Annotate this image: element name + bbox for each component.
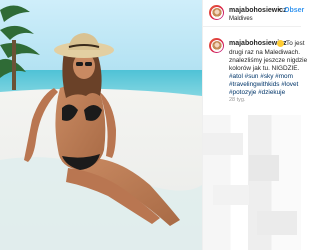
caption-text: To jest — [286, 40, 305, 47]
hashtags[interactable]: #travelingwithkids #lovet — [229, 81, 298, 89]
post-time[interactable]: 28 tyg. — [229, 97, 246, 103]
caption-text: kolorów jak tu. NIGDZIE. — [229, 65, 300, 72]
avatar[interactable] — [209, 38, 224, 53]
caption-text: znalezliśmy jeszcze nigdzie — [229, 57, 308, 64]
caption-comment: majabohosiewicz To jest drugi raz na Mal… — [203, 0, 307, 110]
post-photo[interactable] — [0, 0, 202, 250]
sun-emoji-icon — [277, 40, 284, 47]
hashtags[interactable]: #potozyje #dziekuje — [229, 89, 285, 97]
hashtags[interactable]: #atol #sun #sky #mom — [229, 73, 293, 81]
post-side-panel: majabohosiewicz • Obser Maldives majaboh… — [202, 0, 307, 250]
blurred-comments — [203, 115, 301, 250]
caption-text: drugi raz na Malediwach. — [229, 49, 301, 56]
